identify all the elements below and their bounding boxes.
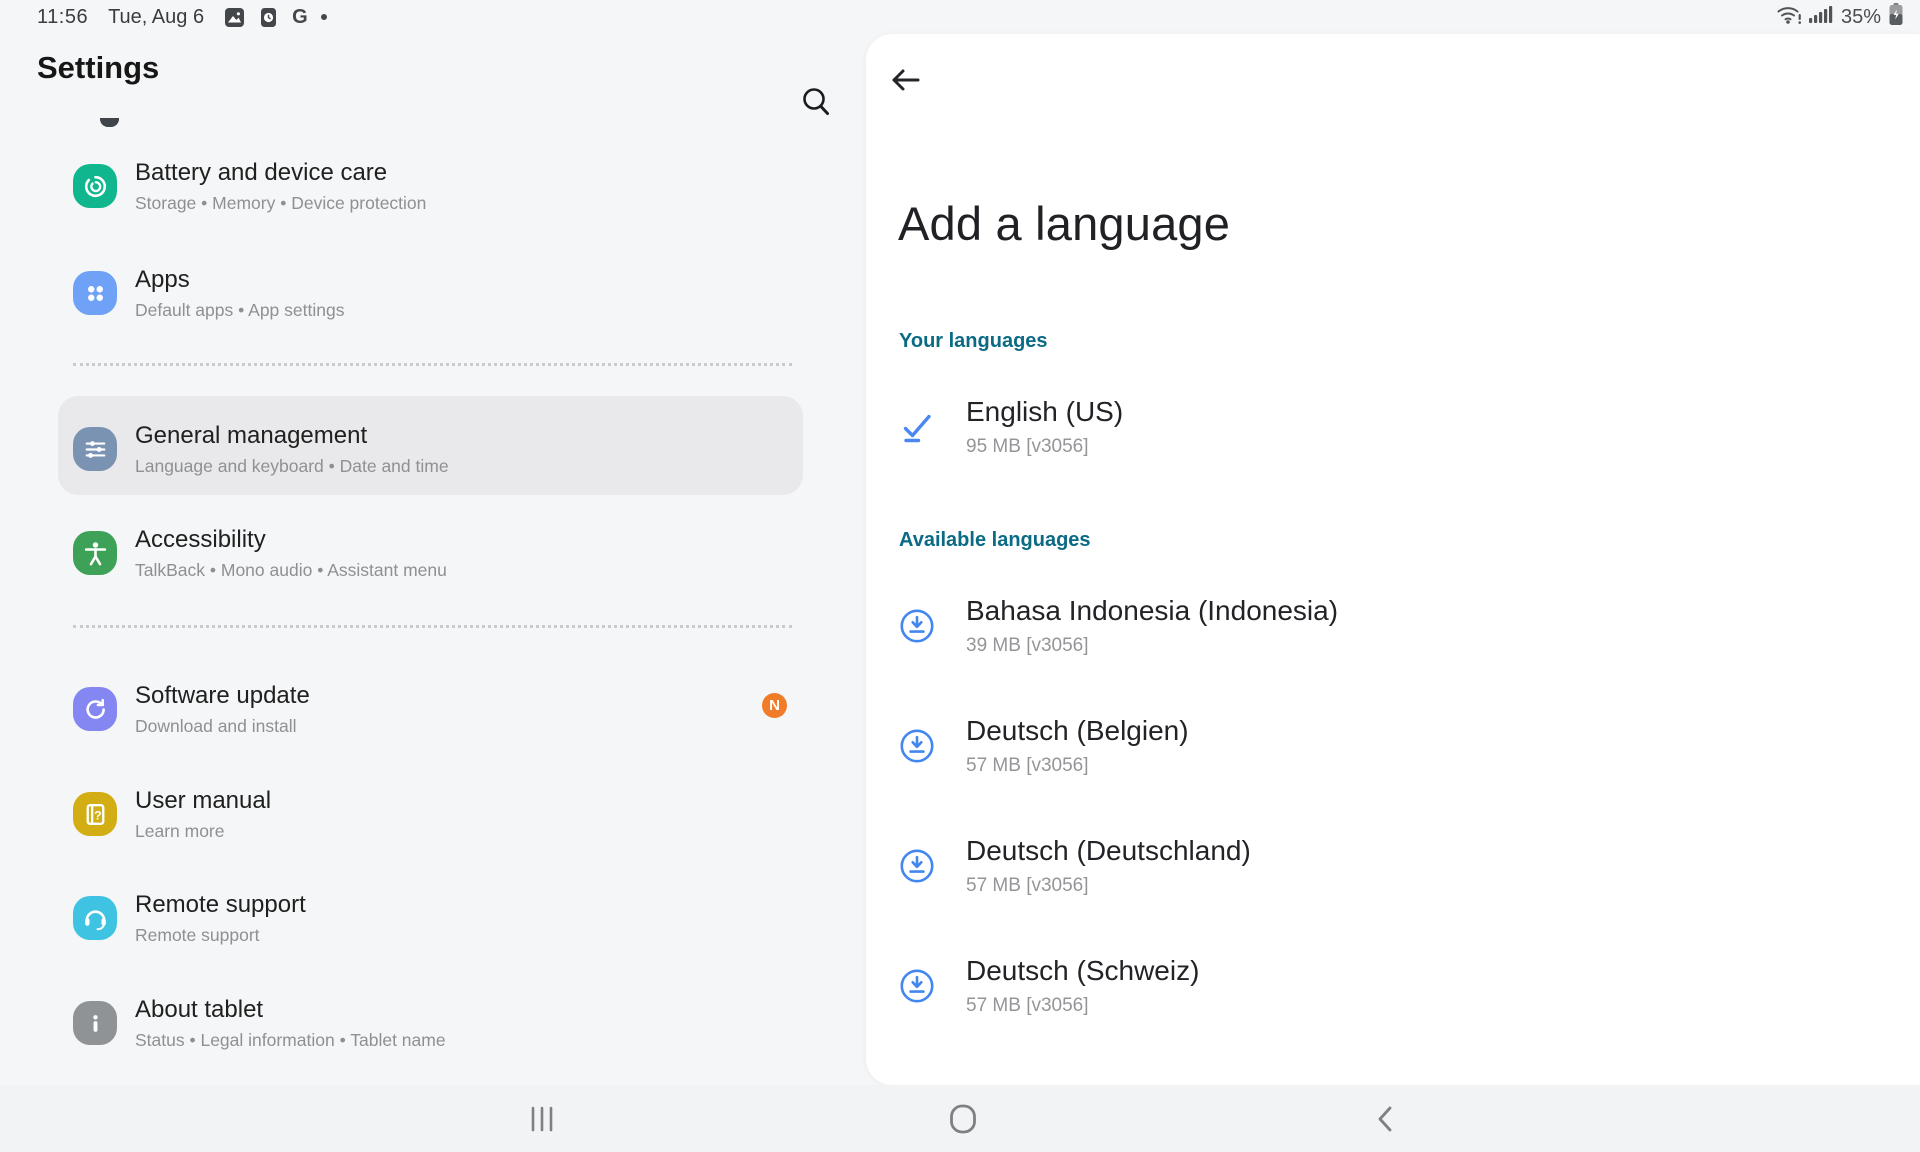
language-row-english-us[interactable]: English (US) 95 MB [v3056] [899,392,1839,462]
list-divider [73,625,792,628]
selected-check-icon [899,409,935,445]
home-button[interactable] [918,1085,1008,1152]
battery-percent: 35% [1841,6,1881,29]
scrolled-icon-fragment [100,118,119,127]
recents-button[interactable] [497,1085,587,1152]
section-header: Your languages [899,330,1048,353]
search-button[interactable] [795,82,839,126]
download-icon [899,728,935,764]
section-header: Available languages [899,529,1091,552]
settings-item-general-management[interactable]: General management Language and keyboard… [73,417,803,481]
screen: 11:56 Tue, Aug 6 G 35% [0,0,1920,1152]
svg-text:?: ? [94,808,102,822]
info-icon [73,1001,117,1045]
remote-support-icon [73,896,117,940]
sliders-icon [73,427,117,471]
battery-care-icon [73,164,117,208]
software-update-icon [73,687,117,731]
settings-item-battery-care[interactable]: Battery and device care Storage • Memory… [73,154,803,218]
apps-icon [73,271,117,315]
new-badge: N [762,693,787,718]
back-button[interactable] [884,59,928,103]
settings-pane: Settings Battery and device care Storage… [0,0,866,1152]
language-row-deutsch-deutschland[interactable]: Deutsch (Deutschland) 57 MB [v3056] [899,831,1839,901]
language-pane: Add a language Your languages English (U… [866,34,1920,1085]
settings-item-remote-support[interactable]: Remote support Remote support [73,886,803,950]
language-row-deutsch-oesterreich[interactable]: Deutsch (Österreich) [899,1071,1839,1085]
language-row-deutsch-belgien[interactable]: Deutsch (Belgien) 57 MB [v3056] [899,711,1839,781]
language-row-bahasa-indonesia[interactable]: Bahasa Indonesia (Indonesia) 39 MB [v305… [899,591,1839,661]
download-icon [899,608,935,644]
add-language-title: Add a language [898,196,1230,251]
page-title: Settings [37,50,159,86]
settings-item-user-manual[interactable]: ? User manual Learn more [73,782,803,846]
user-manual-icon: ? [73,792,117,836]
language-row-deutsch-schweiz[interactable]: Deutsch (Schweiz) 57 MB [v3056] [899,951,1839,1021]
accessibility-icon [73,531,117,575]
navigation-bar [0,1085,1920,1152]
back-nav-button[interactable] [1340,1085,1430,1152]
settings-item-accessibility[interactable]: Accessibility TalkBack • Mono audio • As… [73,521,803,585]
settings-item-apps[interactable]: Apps Default apps • App settings [73,261,803,325]
list-divider [73,363,792,366]
download-icon [899,848,935,884]
signal-bars-icon [1809,3,1834,31]
wifi-icon [1776,3,1802,31]
settings-item-software-update[interactable]: Software update Download and install N [73,677,803,741]
settings-item-about-tablet[interactable]: About tablet Status • Legal information … [73,991,803,1055]
download-icon [899,968,935,1004]
status-bar-right: 35% [1776,2,1904,32]
battery-charging-icon [1888,2,1904,32]
